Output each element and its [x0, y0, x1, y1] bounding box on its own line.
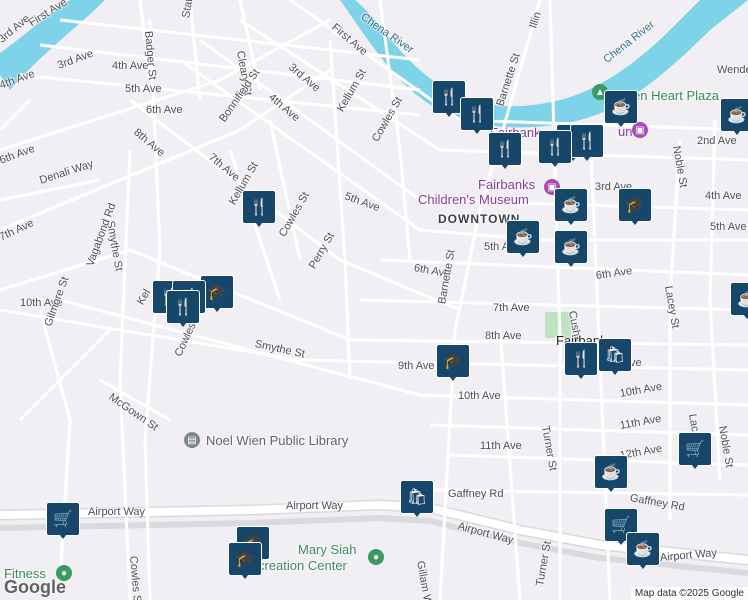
restaurant-icon: 🍴: [545, 139, 565, 156]
restaurant-icon: 🍴: [571, 351, 591, 368]
restaurant-icon: 🍴: [249, 199, 269, 216]
coffee-icon: ☕: [561, 239, 581, 256]
restaurant-icon: 🍴: [467, 106, 487, 123]
cafe-marker[interactable]: ☕: [626, 532, 660, 572]
grocery-marker[interactable]: 🛒: [46, 502, 80, 542]
restaurant-marker[interactable]: 🍴: [242, 190, 276, 230]
coffee-icon: ☕: [561, 197, 581, 214]
street-label: 5th Ave: [125, 83, 162, 95]
cafe-marker[interactable]: ☕: [554, 188, 588, 228]
school-marker[interactable]: 🎓: [618, 188, 652, 228]
coffee-icon: ☕: [737, 291, 748, 308]
library-pin-icon[interactable]: ▤: [184, 432, 200, 448]
graduation-cap-icon: 🎓: [207, 284, 227, 301]
restaurant-marker[interactable]: 🍴: [564, 342, 598, 382]
map-attribution[interactable]: Map data ©2025 Google: [630, 587, 748, 600]
cafe-marker[interactable]: ☕: [554, 230, 588, 270]
street-label: 9th Ave: [398, 360, 435, 372]
poi-label-rec-center-2[interactable]: creation Center: [258, 558, 347, 573]
street-label: 4th Ave: [112, 60, 149, 72]
street-label: 4th Ave: [705, 190, 742, 202]
poi-label-childrens-museum[interactable]: Fairbanks: [478, 177, 535, 192]
school-marker[interactable]: 🎓: [436, 344, 470, 384]
graduation-cap-icon: 🎓: [443, 353, 463, 370]
cafe-marker[interactable]: ☕: [506, 220, 540, 260]
street-label: Wende: [717, 64, 748, 76]
street-label: Airport Way: [88, 506, 146, 518]
shopping-cart-icon: 🛒: [53, 511, 73, 528]
recreation-pin-icon[interactable]: ●: [368, 549, 384, 565]
google-logo: Google: [4, 577, 66, 597]
street-label: 8th Ave: [485, 330, 522, 342]
grocery-marker[interactable]: 🛒: [678, 432, 712, 472]
street-label: 6th Ave: [146, 104, 183, 116]
shop-marker[interactable]: 🛍: [400, 480, 434, 520]
shopping-cart-icon: 🛒: [685, 441, 705, 458]
street-label: 11th Ave: [480, 440, 522, 452]
poi-label-rec-center[interactable]: Mary Siah: [298, 542, 357, 557]
coffee-icon: ☕: [601, 464, 621, 481]
cafe-marker[interactable]: ☕: [604, 90, 638, 130]
street-label: Gaffney Rd: [448, 488, 504, 500]
cafe-marker[interactable]: ☕: [720, 98, 748, 138]
street-label: Airport Way: [286, 500, 344, 512]
restaurant-marker[interactable]: 🍴: [488, 132, 522, 172]
map-canvas[interactable]: Chena River Chena River First Ave 3rd Av…: [0, 0, 748, 600]
coffee-icon: ☕: [513, 229, 533, 246]
school-marker[interactable]: 🎓: [228, 542, 262, 582]
cafe-marker[interactable]: ☕: [730, 282, 748, 322]
poi-label-plaza[interactable]: en Heart Plaza: [633, 88, 719, 103]
coffee-icon: ☕: [611, 99, 631, 116]
shop-marker[interactable]: 🛍: [598, 338, 632, 378]
street-label: 10th Ave: [458, 390, 501, 402]
restaurant-icon: 🍴: [577, 133, 597, 150]
restaurant-marker[interactable]: 🍴: [538, 130, 572, 170]
street-label: 5th Ave: [710, 221, 747, 233]
graduation-cap-icon: 🎓: [235, 551, 255, 568]
street-label: 7th Ave: [493, 302, 530, 314]
restaurant-icon: 🍴: [439, 89, 459, 106]
river-chena: [340, 0, 748, 128]
restaurant-icon: 🍴: [173, 299, 193, 316]
restaurant-marker[interactable]: 🍴: [166, 290, 200, 330]
poi-label-library[interactable]: Noel Wien Public Library: [206, 433, 348, 448]
restaurant-marker[interactable]: 🍴: [460, 97, 494, 137]
shopping-bag-icon: 🛍: [604, 347, 626, 364]
restaurant-marker[interactable]: 🍴: [570, 124, 604, 164]
coffee-icon: ☕: [727, 107, 747, 124]
poi-label-childrens-museum-2[interactable]: Children's Museum: [418, 192, 529, 207]
graduation-cap-icon: 🎓: [625, 197, 645, 214]
cafe-marker[interactable]: ☕: [594, 455, 628, 495]
shopping-bag-icon: 🛍: [406, 489, 428, 506]
restaurant-icon: 🍴: [495, 141, 515, 158]
coffee-icon: ☕: [633, 541, 653, 558]
